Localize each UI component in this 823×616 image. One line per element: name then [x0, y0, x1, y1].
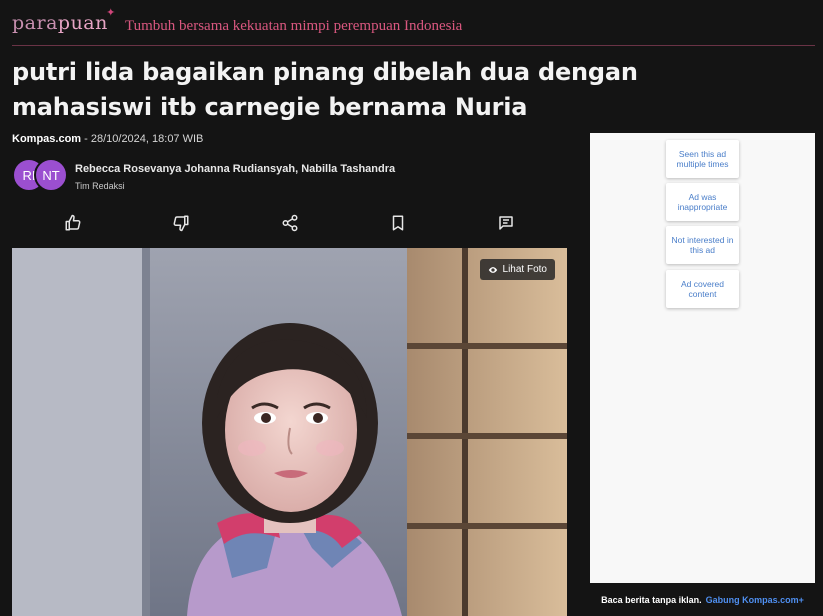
- site-tagline: Tumbuh bersama kekuatan mimpi perempuan …: [125, 18, 463, 34]
- article-photo[interactable]: Lihat Foto: [12, 248, 567, 616]
- logo-text-part2: puan: [57, 12, 108, 34]
- thumbs-down-icon: [173, 215, 189, 232]
- view-photo-label: Lihat Foto: [502, 264, 547, 275]
- article-source[interactable]: Kompas.com: [12, 133, 81, 145]
- comment-icon: [499, 216, 513, 230]
- article-title: putri lida bagaikan pinang dibelah dua d…: [12, 58, 638, 121]
- ad-free-banner: Baca berita tanpa iklan. Gabung Kompas.c…: [590, 583, 815, 616]
- logo-star-icon: ✦: [106, 6, 116, 19]
- join-kompas-plus-link[interactable]: Gabung Kompas.com+: [706, 595, 804, 605]
- parapuan-logo[interactable]: parapuan ✦: [12, 6, 115, 34]
- site-header: parapuan ✦ Tumbuh bersama kekuatan mimpi…: [0, 0, 823, 47]
- bookmark-icon: [392, 215, 404, 231]
- dislike-button[interactable]: [166, 208, 196, 238]
- eye-icon: [488, 266, 497, 273]
- share-button[interactable]: [275, 208, 305, 238]
- ad-feedback-not-interested[interactable]: Not interested in this ad: [666, 226, 739, 264]
- article-meta: Kompas.com - 28/10/2024, 18:07 WIB: [12, 133, 203, 145]
- logo-text-part1: para: [12, 12, 58, 34]
- author-names[interactable]: Rebecca Rosevanya Johanna Rudiansyah, Na…: [75, 163, 395, 175]
- like-button[interactable]: [58, 208, 88, 238]
- view-photo-button[interactable]: Lihat Foto: [479, 259, 555, 280]
- bookmark-button[interactable]: [383, 208, 413, 238]
- article-actions: [12, 208, 567, 238]
- author-role: Tim Redaksi: [75, 181, 125, 191]
- ad-feedback-seen-multiple[interactable]: Seen this ad multiple times: [666, 140, 739, 178]
- author-avatar-2[interactable]: NT: [34, 158, 68, 192]
- article-photo-image: [12, 248, 567, 616]
- ad-free-text: Baca berita tanpa iklan.: [601, 594, 702, 605]
- article-date: - 28/10/2024, 18:07 WIB: [84, 133, 204, 145]
- ad-panel: Seen this ad multiple times Ad was inapp…: [590, 133, 815, 583]
- header-divider: [12, 45, 815, 46]
- author-block: RI NT Rebecca Rosevanya Johanna Rudiansy…: [12, 158, 572, 194]
- ad-feedback-inappropriate[interactable]: Ad was inappropriate: [666, 183, 739, 221]
- comment-button[interactable]: [491, 208, 521, 238]
- share-icon: [282, 214, 298, 232]
- ad-feedback-covered-content[interactable]: Ad covered content: [666, 270, 739, 308]
- thumbs-up-icon: [65, 214, 81, 231]
